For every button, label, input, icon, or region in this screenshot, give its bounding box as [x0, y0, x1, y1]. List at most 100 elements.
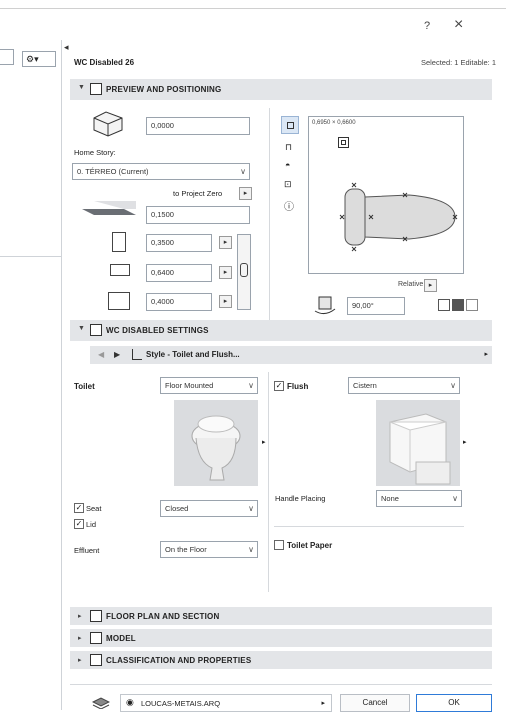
classification-section-icon	[90, 654, 102, 666]
layer-icon	[91, 697, 111, 710]
section-preview-positioning[interactable]: ▼ PREVIEW AND POSITIONING	[70, 79, 492, 100]
style-label: Style - Toilet and Flush...	[146, 350, 240, 359]
toilet-mount-value: Floor Mounted	[165, 381, 214, 390]
chevron-down-icon: ∨	[452, 494, 458, 503]
layer-arrow-icon: ▸	[321, 700, 325, 707]
expand-arrow-icon: ▸	[78, 657, 82, 664]
cancel-button[interactable]: Cancel	[340, 694, 410, 712]
collapse-arrow-icon: ▼	[78, 84, 85, 91]
window-top-border	[0, 8, 506, 9]
cistern-thumbnail-arrow-icon[interactable]: ▸	[463, 438, 467, 446]
column-divider	[268, 372, 269, 592]
style-tree-icon	[132, 349, 142, 360]
expand-arrow-icon: ▸	[78, 613, 82, 620]
layer-select[interactable]: ◉ LOUCAS-METAIS.ARQ ▸	[120, 694, 332, 712]
width-icon	[112, 232, 126, 252]
seat-checkbox[interactable]: ✓	[74, 503, 84, 513]
view-mode-plan-icon[interactable]	[281, 116, 299, 134]
section-classification[interactable]: ▸ CLASSIFICATION AND PROPERTIES	[70, 651, 492, 669]
flush-type-value: Cistern	[353, 381, 377, 390]
mirror-option-icon[interactable]	[438, 299, 450, 311]
flush-type-select[interactable]: Cistern ∨	[348, 377, 460, 394]
toilet-paper-checkbox[interactable]	[274, 540, 284, 550]
selection-status: Selected: 1 Editable: 1	[420, 58, 496, 67]
effluent-value: On the Floor	[165, 545, 207, 554]
section-label: FLOOR PLAN AND SECTION	[106, 612, 220, 621]
footer-divider	[70, 684, 492, 685]
angle-field[interactable]: 90,00°	[347, 297, 405, 315]
seat-label: Seat	[86, 504, 102, 513]
width-field[interactable]: 0,3500	[146, 234, 212, 252]
style-bar[interactable]: ◀ ▶ Style - Toilet and Flush... ▸	[90, 346, 492, 364]
section-floor-plan[interactable]: ▸ FLOOR PLAN AND SECTION	[70, 607, 492, 625]
background-panel-divider	[0, 256, 62, 257]
cistern-thumbnail[interactable]	[376, 400, 460, 486]
width-arrow-button[interactable]: ▸	[219, 236, 232, 249]
toilet-paper-label: Toilet Paper	[287, 541, 333, 550]
toilet-thumbnail-arrow-icon[interactable]: ▸	[262, 438, 266, 446]
handle-placing-value: None	[381, 494, 399, 503]
offset-field[interactable]: 0,1500	[146, 206, 250, 224]
forward-arrow-icon[interactable]: ▶	[114, 350, 120, 359]
toilet-mount-select[interactable]: Floor Mounted ∨	[160, 377, 258, 394]
relative-label: Relative	[398, 281, 424, 288]
to-project-zero-label: to Project Zero	[173, 189, 223, 198]
effluent-select[interactable]: On the Floor ∨	[160, 541, 258, 558]
preview-section-icon	[90, 83, 102, 95]
preview-divider	[269, 108, 270, 320]
view-mode-elevation-icon[interactable]: ⊡	[284, 179, 292, 190]
toilet-plan-drawing	[339, 182, 458, 252]
info-icon[interactable]: ⓘ	[284, 198, 294, 213]
ok-button[interactable]: OK	[416, 694, 492, 712]
section-label: PREVIEW AND POSITIONING	[106, 85, 222, 94]
view-mode-3d-icon[interactable]: ◓	[285, 160, 290, 170]
seat-select[interactable]: Closed ∨	[160, 500, 258, 517]
preview-hotspot-icon	[338, 137, 349, 148]
flush-checkbox[interactable]: ✓	[274, 381, 284, 391]
section-model[interactable]: ▸ MODEL	[70, 629, 492, 647]
handle-placing-label: Handle Placing	[275, 494, 326, 503]
settings-section-icon	[90, 324, 102, 336]
view-mode-section-icon[interactable]: ⊓	[285, 142, 292, 153]
cistern-icon	[389, 413, 451, 485]
height-arrow-button[interactable]: ▸	[219, 295, 232, 308]
flush-divider	[274, 526, 464, 527]
flush-label: Flush	[287, 382, 309, 391]
home-story-select[interactable]: 0. TÉRREO (Current) ∨	[72, 163, 250, 180]
depth-icon	[110, 264, 130, 276]
home-story-value: 0. TÉRREO (Current)	[77, 167, 149, 176]
floor-plan-section-icon	[90, 610, 102, 622]
size-readout: 0,6950 × 0,6600	[312, 120, 356, 126]
style-expand-icon[interactable]: ▸	[484, 350, 488, 358]
layer-value: LOUCAS-METAIS.ARQ	[141, 699, 221, 708]
chevron-down-icon: ∨	[240, 167, 246, 176]
depth-arrow-button[interactable]: ▸	[219, 266, 232, 279]
mirror-grid-icon[interactable]	[466, 299, 478, 311]
close-button[interactable]: ×	[454, 16, 463, 34]
background-panel	[0, 40, 62, 710]
help-button[interactable]: ?	[424, 20, 430, 32]
to-project-zero-button[interactable]: ▸	[239, 187, 252, 200]
lid-checkbox[interactable]: ✓	[74, 519, 84, 529]
height-field[interactable]: 0,4000	[146, 293, 212, 311]
toilet-icon	[191, 415, 241, 481]
toilet-thumbnail[interactable]	[174, 400, 258, 486]
chain-link-icon	[240, 263, 248, 277]
back-arrow-icon[interactable]: ◀	[98, 350, 104, 359]
section-label: MODEL	[106, 634, 136, 643]
mirror-checked-icon[interactable]	[452, 299, 464, 311]
depth-field[interactable]: 0,6400	[146, 264, 212, 282]
expand-arrow-icon: ▸	[78, 635, 82, 642]
chevron-down-icon: ∨	[450, 381, 456, 390]
relative-button[interactable]: ▸	[424, 279, 437, 292]
toilet-label: Toilet	[74, 382, 95, 391]
home-story-label: Home Story:	[74, 148, 116, 157]
handle-placing-select[interactable]: None ∨	[376, 490, 462, 507]
seat-value: Closed	[165, 504, 189, 513]
elevation-field[interactable]: 0,0000	[146, 117, 250, 135]
section-wc-disabled-settings[interactable]: ▼ WC DISABLED SETTINGS	[70, 320, 492, 341]
elevation-box-icon	[88, 108, 132, 138]
dialog-title: WC Disabled 26	[74, 58, 135, 67]
collapse-arrow-icon: ▼	[78, 325, 85, 332]
gear-icon[interactable]: ⚙▾	[22, 51, 56, 67]
